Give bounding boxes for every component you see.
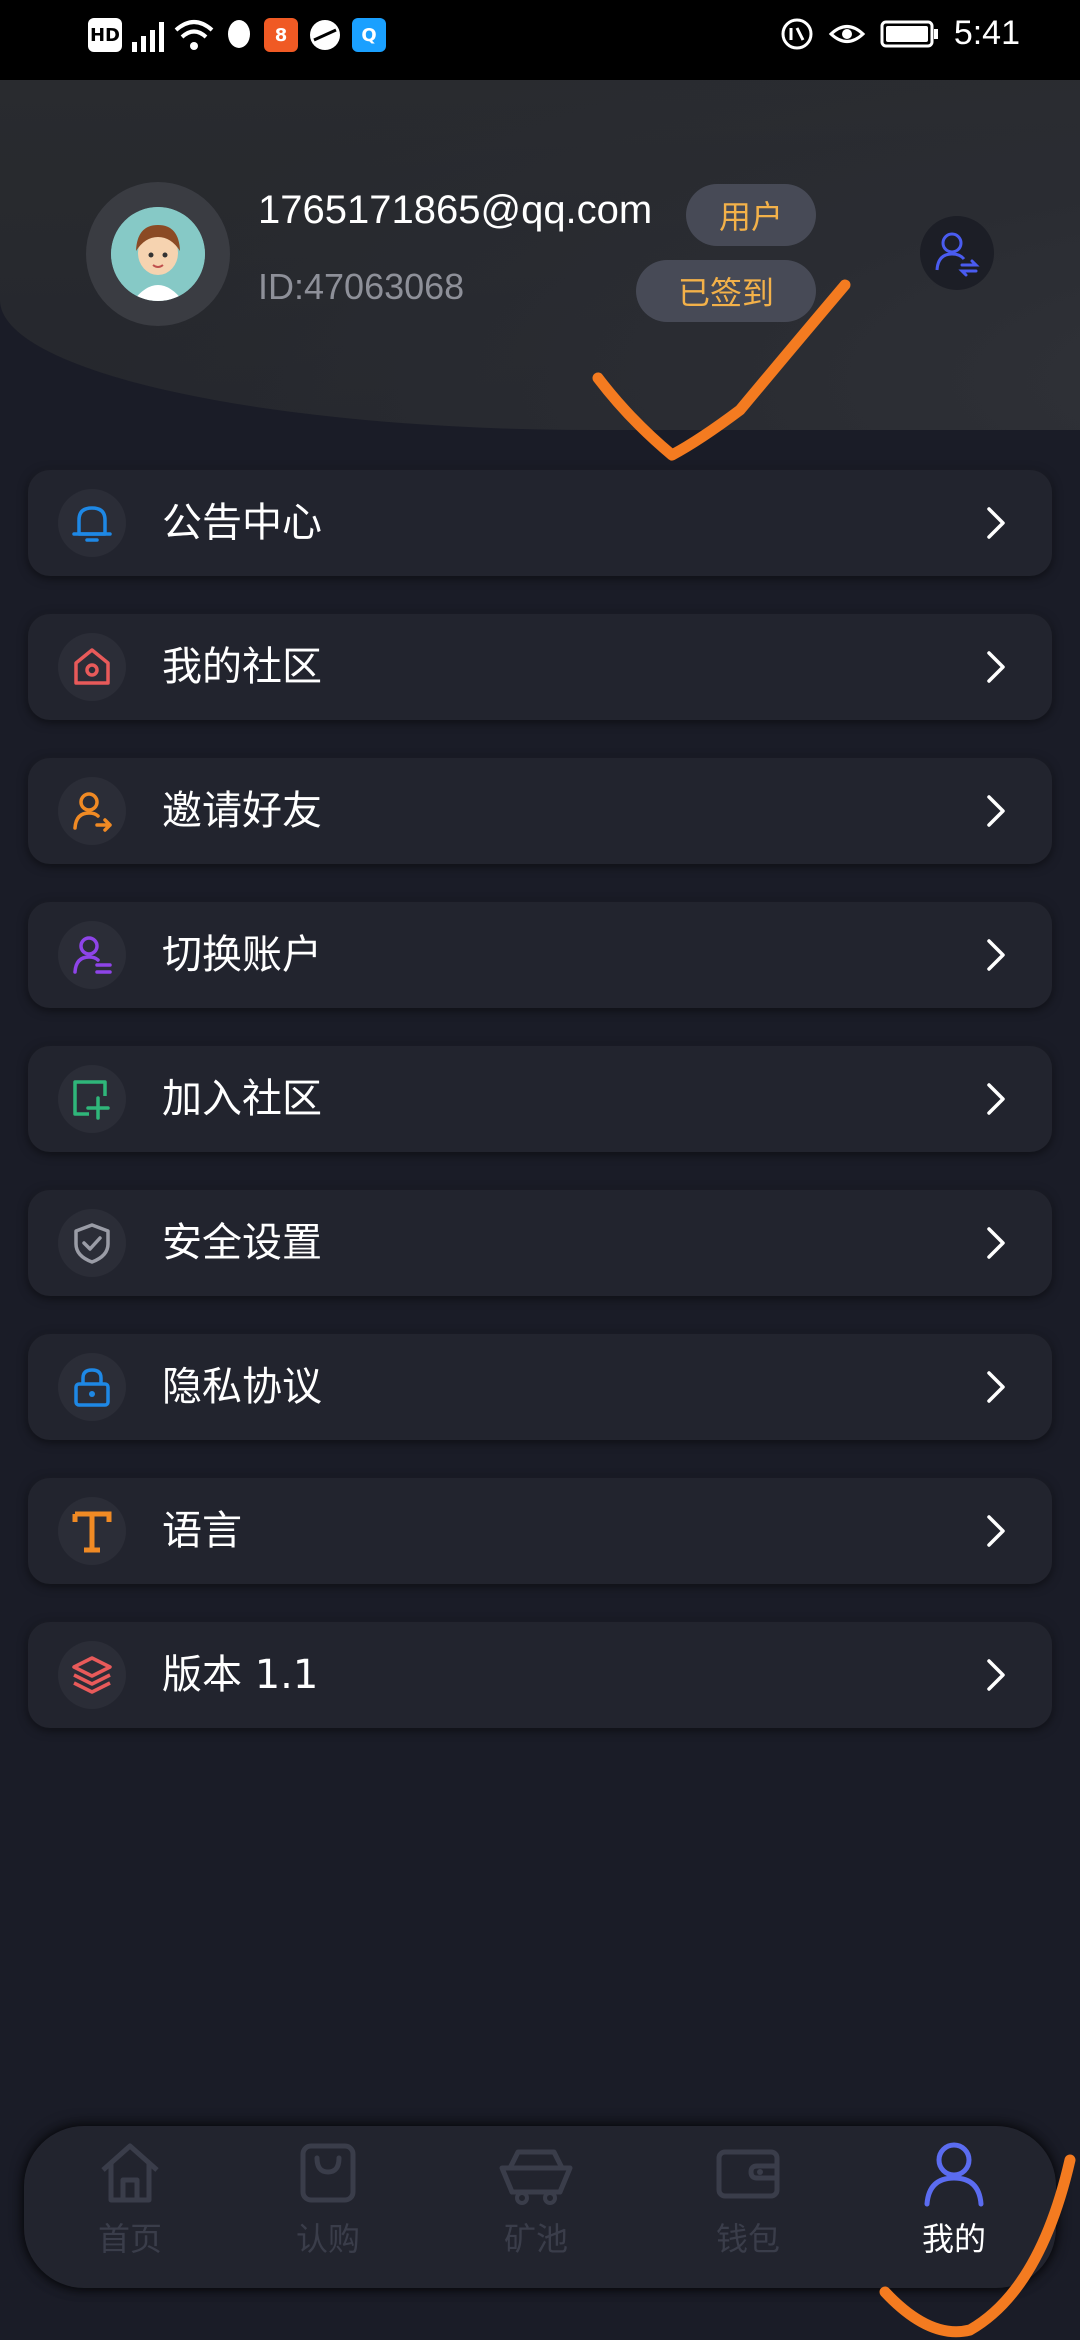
chevron-right-icon — [987, 1515, 1005, 1547]
shield-icon — [74, 1223, 110, 1264]
invite-user-icon — [73, 792, 112, 832]
status-left-icons: HD 8 Q — [88, 18, 386, 52]
signal-icon — [132, 18, 164, 52]
wifi-icon — [174, 20, 214, 50]
eye-icon — [828, 24, 866, 43]
home-nav-icon — [101, 2143, 159, 2203]
menu-item-switch-account[interactable]: 切换账户 — [28, 902, 1052, 1008]
menu-item-version[interactable]: 版本 1.1 — [28, 1622, 1052, 1728]
menu-item-invite-friends[interactable]: 邀请好友 — [28, 758, 1052, 864]
signed-in-badge[interactable]: 已签到 — [636, 260, 816, 322]
menu-item-label: 邀请好友 — [162, 788, 322, 834]
bottom-navigation: 首页 认购 矿池 钱包 我的 — [24, 2126, 1056, 2288]
profile-id: ID:47063068 — [258, 266, 465, 307]
nav-wallet[interactable]: 钱包 — [678, 2138, 818, 2278]
battery-icon — [880, 20, 938, 47]
user-icon — [924, 2142, 984, 2207]
chevron-right-icon — [987, 1659, 1005, 1691]
menu-item-label: 我的社区 — [162, 644, 322, 690]
menu-item-label: 安全设置 — [162, 1220, 322, 1266]
menu-item-language[interactable]: 语言 — [28, 1478, 1052, 1584]
menu-item-my-community[interactable]: 我的社区 — [28, 614, 1052, 720]
nav-label: 认购 — [295, 2220, 360, 2258]
bell-icon — [72, 506, 112, 542]
menu-item-announcements[interactable]: 公告中心 — [28, 470, 1052, 576]
text-t-icon — [72, 1511, 112, 1553]
settings-menu: 公告中心 我的社区 邀请好友 切换账户 加入社区 安全设置 隐私协议 语言 版本… — [28, 470, 1052, 1766]
switch-user-button[interactable] — [920, 216, 994, 290]
browser-icon — [310, 20, 340, 50]
role-badge: 用户 — [686, 184, 816, 246]
chevron-right-icon — [987, 795, 1005, 827]
status-bar: HD 8 Q 5:41 — [0, 0, 1080, 80]
nav-label: 首页 — [97, 2220, 162, 2258]
nav-mining-pool[interactable]: 矿池 — [466, 2138, 606, 2278]
add-square-icon — [73, 1080, 110, 1120]
wallet-icon — [716, 2149, 780, 2199]
chevron-right-icon — [987, 1083, 1005, 1115]
menu-item-label: 隐私协议 — [162, 1364, 322, 1410]
qq-icon — [228, 20, 250, 48]
mine-cart-icon — [499, 2149, 573, 2205]
status-right-icons: 5:41 — [780, 14, 1020, 53]
nav-subscribe[interactable]: 认购 — [258, 2138, 398, 2278]
home-icon — [74, 648, 110, 685]
nav-mine[interactable]: 我的 — [884, 2138, 1024, 2278]
search-app-icon: Q — [352, 18, 386, 52]
nav-label: 我的 — [921, 2220, 986, 2258]
lock-icon — [74, 1368, 110, 1407]
menu-item-label: 版本 1.1 — [162, 1652, 319, 1698]
switch-account-icon — [73, 936, 112, 974]
chevron-right-icon — [987, 939, 1005, 971]
menu-item-label: 公告中心 — [162, 500, 322, 546]
menu-item-label: 加入社区 — [162, 1076, 322, 1122]
menu-item-privacy-policy[interactable]: 隐私协议 — [28, 1334, 1052, 1440]
menu-item-security-settings[interactable]: 安全设置 — [28, 1190, 1052, 1296]
chevron-right-icon — [987, 1227, 1005, 1259]
status-time: 5:41 — [953, 14, 1020, 52]
app-icon: 8 — [264, 18, 298, 52]
menu-item-label: 切换账户 — [162, 932, 322, 978]
menu-item-join-community[interactable]: 加入社区 — [28, 1046, 1052, 1152]
bag-icon — [300, 2143, 356, 2203]
menu-item-label: 语言 — [162, 1508, 242, 1554]
nav-label: 矿池 — [503, 2220, 568, 2258]
hd-icon: HD — [88, 18, 122, 52]
switch-user-icon — [935, 232, 980, 277]
layers-icon — [72, 1656, 112, 1694]
nfc-icon — [781, 18, 813, 49]
chevron-right-icon — [987, 651, 1005, 683]
avatar-image — [111, 207, 205, 301]
chevron-right-icon — [987, 507, 1005, 539]
nav-home[interactable]: 首页 — [60, 2138, 200, 2278]
nav-label: 钱包 — [715, 2220, 780, 2258]
profile-email: 1765171865@qq.com — [258, 188, 653, 232]
avatar[interactable] — [86, 182, 230, 326]
chevron-right-icon — [987, 1371, 1005, 1403]
